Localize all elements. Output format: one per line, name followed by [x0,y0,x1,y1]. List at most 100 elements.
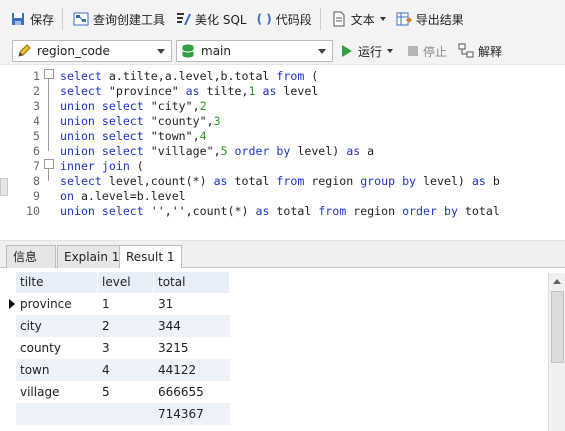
sql-token: a [360,144,375,158]
sql-keyword: by [402,174,417,188]
sql-token: total [457,204,500,218]
sql-keyword: select [60,84,102,98]
row-selector[interactable] [0,381,16,403]
cell-total[interactable]: 666655 [154,381,230,403]
explain-button[interactable]: 解释 [458,41,502,61]
vertical-scrollbar[interactable] [548,273,565,431]
save-button[interactable]: 保存 [6,6,58,32]
sql-editor[interactable]: 1 select a.tilte,a.level,b.total from (2 s… [0,65,565,240]
text-button[interactable]: 文本 [327,6,390,32]
cell-total[interactable]: 31 [154,293,230,315]
sql-keyword: as [185,84,200,98]
sql-keyword: as [262,84,277,98]
cell-total[interactable]: 44122 [154,359,230,381]
sql-token: total [227,174,277,188]
sql-keyword: order [402,204,437,218]
fold-toggle[interactable] [44,159,54,169]
row-selector[interactable] [0,359,16,381]
sql-keyword: union [60,204,95,218]
result-grid[interactable]: tilte level total province 1 31 city 2 344 cou… [0,268,548,431]
sql-keyword: from [276,69,305,83]
scroll-thumb[interactable] [551,291,564,363]
cell-tilte[interactable]: county [16,337,98,359]
sql-token: ( [304,69,319,83]
connection-select[interactable]: region_code [12,40,172,62]
sql-keyword: union [60,144,95,158]
fold-toggle[interactable] [44,69,54,79]
sql-keyword: order [234,144,270,158]
sql-keyword: by [443,204,458,218]
beautify-sql-button[interactable]: 美化 SQL [171,6,251,32]
sql-token: "province" [101,84,186,98]
line-number: 5 [33,129,40,143]
sql-keyword: as [471,174,486,188]
code-text: select a.tilte,a.level,b.total from ( [60,69,318,84]
cell-level[interactable]: 3 [98,337,154,359]
cell-level[interactable]: 4 [98,359,154,381]
sql-token: "county", [143,114,214,128]
export-results-label: 导出结果 [415,12,464,27]
code-text: on a.level=b.level [60,189,186,204]
cell-level[interactable]: 2 [98,315,154,337]
code-snippet-icon: ( ) [256,12,272,26]
cell-tilte[interactable]: city [16,315,98,337]
tab-result-1[interactable]: Result 1 [119,245,182,269]
sql-token: region [304,174,361,188]
cell-total[interactable]: 3215 [154,337,230,359]
sql-token: b [485,174,500,188]
scroll-up-icon[interactable] [553,279,561,284]
row-selector[interactable] [0,403,16,425]
line-number: 10 [26,204,40,218]
save-icon [12,13,24,25]
column-header-total[interactable]: total [154,272,230,293]
run-button[interactable]: 运行 [342,41,394,61]
tab-info[interactable]: 信息 [6,245,56,268]
export-results-button[interactable]: 导出结果 [392,6,468,32]
column-header-tilte[interactable]: tilte [16,272,98,293]
sql-token: "city", [143,99,200,113]
cell-tilte[interactable]: village [16,381,98,403]
sql-token: a.tilte,a.level,b.total [101,69,277,83]
row-selector[interactable] [0,293,16,315]
query-builder-icon [73,12,89,26]
cell-level[interactable]: 1 [98,293,154,315]
cell-total[interactable]: 714367 [154,403,230,425]
row-selector[interactable] [0,337,16,359]
sql-keyword: by [276,144,291,158]
sql-number: 5 [220,144,228,158]
query-builder-button[interactable]: 查询创建工具 [69,6,169,32]
result-tabs: 信息 Explain 1 Result 1 [0,243,565,269]
column-header-level[interactable]: level [98,272,154,293]
explain-icon [458,43,474,58]
tab-explain-1[interactable]: Explain 1 [57,245,127,268]
stop-icon [408,46,418,56]
fold-line [48,78,49,151]
cell-total[interactable]: 344 [154,315,230,337]
chevron-down-icon[interactable] [379,17,386,21]
chevron-down-icon [318,48,326,54]
beautify-icon [177,13,191,26]
sql-token: '','',count(*) [143,204,256,218]
database-icon [182,44,194,58]
chevron-down-icon[interactable] [387,49,394,53]
row-selector[interactable] [0,315,16,337]
sql-keyword: as [213,174,228,188]
current-row-icon [9,299,15,309]
code-snippet-button[interactable]: ( ) 代码段 [253,6,316,32]
stop-button[interactable]: 停止 [408,41,447,61]
cell-level[interactable]: 5 [98,381,154,403]
sql-token: "village", [143,144,221,158]
connection-value: region_code [37,44,110,58]
cell-tilte[interactable] [16,403,98,425]
database-select[interactable]: main [176,40,333,62]
cell-tilte[interactable]: province [16,293,98,315]
separator [62,8,64,30]
cell-level[interactable] [98,403,154,425]
document-icon [333,11,345,27]
code-text: union select '','',count(*) as total fro… [60,204,500,219]
cell-tilte[interactable]: town [16,359,98,381]
sql-token: level) [416,174,472,188]
